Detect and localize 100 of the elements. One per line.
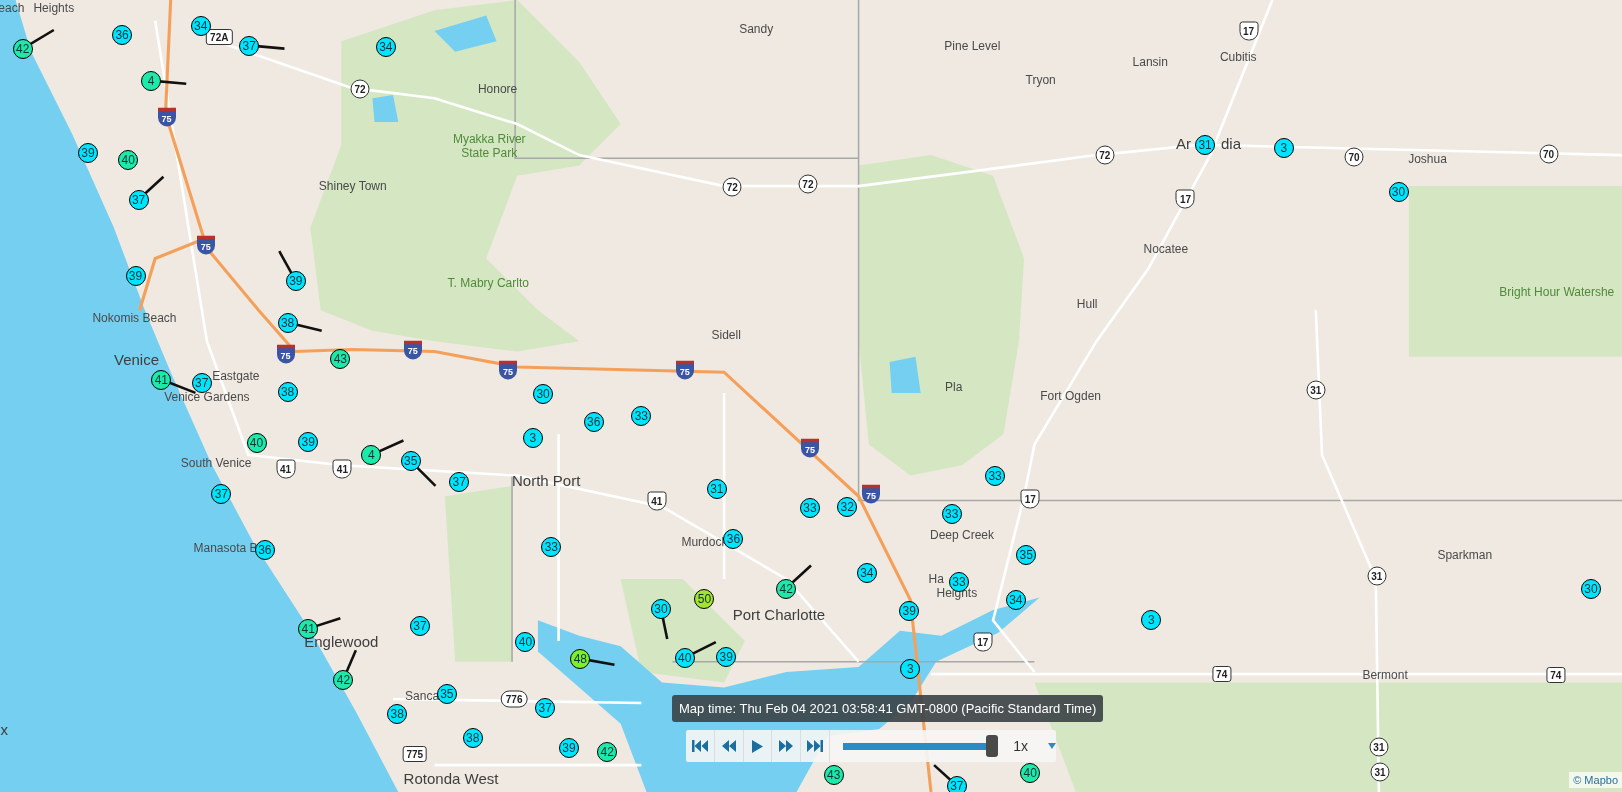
route-shield: 75 [862,484,880,504]
station-marker[interactable]: 40 [1020,762,1041,783]
station-marker[interactable]: 36 [112,25,133,46]
station-marker[interactable]: 37 [239,35,260,56]
place-label: Pine Level [944,37,1001,55]
station-marker[interactable]: 37 [449,472,470,493]
station-marker[interactable]: 34 [190,15,211,36]
place-label: x [0,720,8,741]
station-marker[interactable]: 38 [387,703,408,724]
route-shield: 41 [332,459,352,479]
place-label: Sparkman [1437,547,1493,565]
station-marker[interactable]: 37 [409,615,430,636]
place-label: Honore [477,80,518,98]
place-label: Bright Hour Watershe [1499,283,1615,301]
route-shield: 72 [1095,145,1115,165]
place-label: Sidell [711,327,741,345]
station-marker[interactable]: 33 [541,537,562,558]
place-label: Fort Ogden [1040,388,1101,406]
place-label: Port Charlotte [732,605,826,626]
place-label: Myakka River State Park [451,131,527,160]
route-shield: 75 [800,438,819,458]
station-marker[interactable]: 4 [141,70,161,91]
route-shield: 17 [1175,189,1195,209]
route-shield: 72A [206,29,233,46]
place-label: Rotonda West [403,768,499,789]
station-marker[interactable]: 35 [1016,545,1037,566]
dropdown-caret-icon[interactable] [1048,743,1056,749]
station-marker[interactable]: 42 [776,578,797,599]
station-marker[interactable]: 40 [246,432,267,453]
route-shield: 17 [1239,21,1259,41]
station-marker[interactable]: 38 [277,382,298,403]
place-label: T. Mabry Carlto [447,275,529,293]
station-marker[interactable]: 34 [856,563,877,584]
route-shield: 41 [276,459,295,479]
station-marker[interactable]: 33 [985,465,1006,486]
route-shield: 17 [1020,489,1040,509]
play-icon [752,739,764,753]
station-marker[interactable]: 39 [558,737,579,758]
station-marker[interactable]: 41 [298,618,319,639]
route-shield: 75 [157,107,176,127]
route-shield: 74 [1212,666,1232,683]
station-marker[interactable]: 43 [823,764,844,785]
place-label: Nocatee [1143,241,1189,259]
station-marker[interactable]: 3 [1141,609,1162,630]
route-shield: 70 [1539,144,1559,164]
station-marker[interactable]: 37 [191,372,212,393]
place-label: Joshua [1408,151,1447,169]
place-label: Eastgate [212,367,260,385]
station-marker[interactable]: 39 [899,601,920,622]
place-label: Heights [33,0,75,18]
route-shield: 75 [196,235,215,255]
station-marker[interactable]: 3 [1273,137,1294,158]
station-marker[interactable]: 31 [706,479,727,500]
station-marker[interactable]: 35 [400,451,421,472]
place-label: Lansin [1132,54,1168,72]
lake [889,356,921,393]
speed-select[interactable]: 1x [1013,735,1028,757]
place-label: Deep Creek [930,526,995,544]
station-marker[interactable]: 30 [1388,182,1409,203]
station-marker[interactable]: 33 [631,405,652,426]
place-label: Shiney Town [318,178,387,196]
place-label: Cubitis [1219,48,1257,66]
station-marker[interactable]: 40 [515,632,536,653]
station-marker[interactable]: 30 [1580,578,1601,599]
station-marker[interactable]: 50 [694,588,715,609]
place-label: South Venice [180,455,252,473]
station-marker[interactable]: 42 [597,742,618,763]
station-marker[interactable]: 34 [1005,589,1026,610]
station-marker[interactable]: 39 [298,431,319,452]
slider-thumb[interactable] [986,735,999,757]
station-marker[interactable]: 4 [361,445,382,466]
place-label: Tryon [1025,71,1056,89]
skip-to-start-icon [691,740,708,752]
station-marker[interactable]: 36 [583,412,604,433]
station-marker[interactable]: 31 [1195,134,1216,155]
station-marker[interactable]: 42 [333,669,354,690]
station-marker[interactable]: 33 [799,497,820,518]
station-marker[interactable]: 37 [946,776,967,792]
station-marker[interactable]: 37 [535,697,556,718]
station-marker[interactable]: 39 [285,271,306,292]
station-marker[interactable]: 30 [533,384,554,405]
station-marker[interactable]: 40 [118,150,139,171]
route-shield: 72 [722,177,742,197]
station-marker[interactable]: 3 [522,427,543,448]
route-shield: 17 [973,632,993,652]
station-marker[interactable]: 33 [941,504,962,525]
lake [434,15,497,52]
route-shield: 41 [647,491,667,511]
station-marker[interactable]: 38 [462,727,483,748]
station-marker[interactable]: 37 [128,189,149,210]
place-label: North Port [512,470,581,491]
station-marker[interactable]: 36 [723,528,744,549]
place-label: Sandy [739,20,774,38]
skip-to-end-icon [807,740,824,752]
station-marker[interactable]: 38 [277,312,298,333]
route-shield: 776 [500,690,528,708]
route-shield: 75 [498,360,517,380]
time-slider[interactable] [843,735,998,757]
route-shield: 775 [402,746,428,763]
station-marker[interactable]: 32 [837,496,858,517]
